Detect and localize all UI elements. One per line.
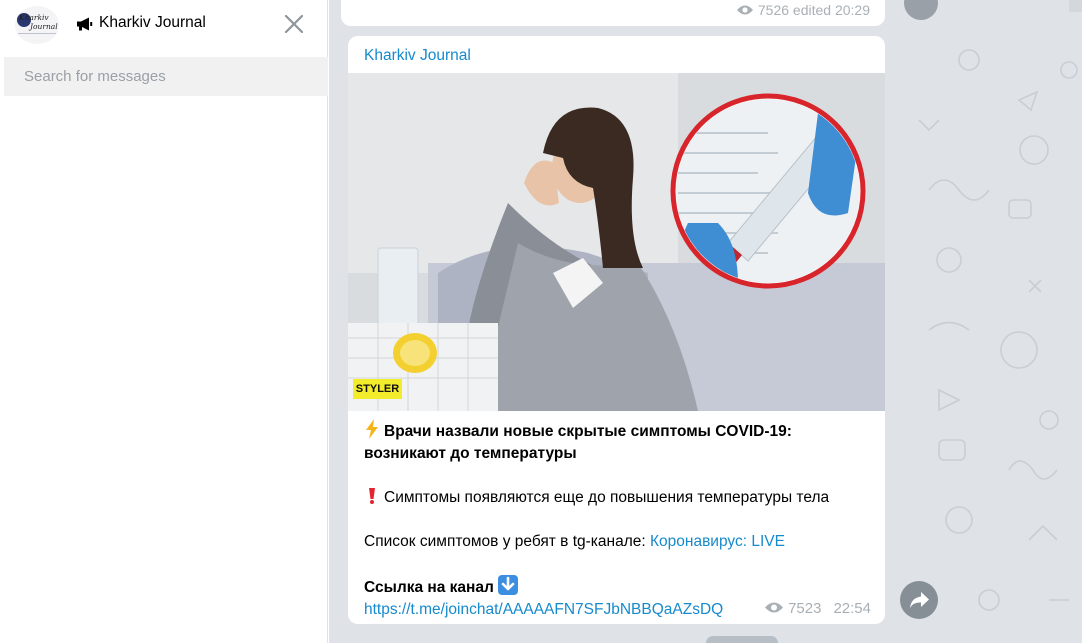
search-input[interactable] [4,57,328,96]
message-text: Врачи назвали новые скрытые симптомы COV… [364,419,874,621]
message-list-paragraph: Список симптомов у ребят в tg-канале: Ко… [364,531,874,553]
exclamation-emoji [369,488,375,504]
sidebar-header: Kharkiv Journal Kharkiv Journal [0,0,328,50]
message-symptom-line: Симптомы появляются еще до повышения тем… [384,489,830,506]
search-sidebar: Kharkiv Journal Kharkiv Journal [0,0,328,643]
channel-link-live[interactable]: Коронавирус: LIVE [650,533,785,550]
message-channel-link-label: Ссылка на канал [364,579,494,596]
date-separator [706,636,778,643]
invite-link[interactable]: https://t.me/joinchat/AAAAAFN7SFJbNBBQaA… [364,601,723,618]
lightning-emoji [366,419,378,439]
search-box [4,57,328,96]
megaphone-icon [77,17,93,31]
channel-title[interactable]: Kharkiv Journal [99,14,206,32]
previous-message: 7526 edited 20:29 [341,0,885,26]
eye-icon [736,5,753,15]
message-author[interactable]: Kharkiv Journal [364,47,471,65]
channel-avatar[interactable]: Kharkiv Journal [15,6,59,44]
chat-area: 7526 edited 20:29 Kharkiv Journal STYLER… [329,0,1082,643]
message-views: 7523 [788,600,822,617]
message-headline-paragraph: Врачи назвали новые скрытые симптомы COV… [364,419,874,465]
down-arrow-emoji [497,575,518,595]
close-icon[interactable] [283,13,305,35]
previous-message-meta: 7526 edited 20:29 [736,2,870,18]
share-icon [910,592,929,608]
message-time: 22:54 [833,600,871,617]
message-list-prefix: Список симптомов у ребят в tg-канале: [364,533,650,550]
message-headline: Врачи назвали новые скрытые симптомы COV… [364,423,792,462]
styler-logo: STYLER [353,379,402,399]
eye-icon [765,602,784,613]
message-meta: 7523 22:54 [764,600,871,617]
photo-illustration [348,73,885,411]
share-button[interactable] [900,581,938,619]
avatar-text-line2: Journal [30,22,58,31]
previous-time: edited 20:29 [792,2,870,18]
avatar-text-line1: Kharkiv [19,13,49,22]
avatar-underline [18,33,56,34]
scrollbar-thumb[interactable] [1069,0,1082,12]
channel-message: Kharkiv Journal STYLER Врачи назвали нов… [348,36,885,624]
message-symptom-paragraph: Симптомы появляются еще до повышения тем… [364,487,874,509]
message-photo[interactable]: STYLER [348,73,885,411]
previous-views: 7526 [757,2,790,18]
